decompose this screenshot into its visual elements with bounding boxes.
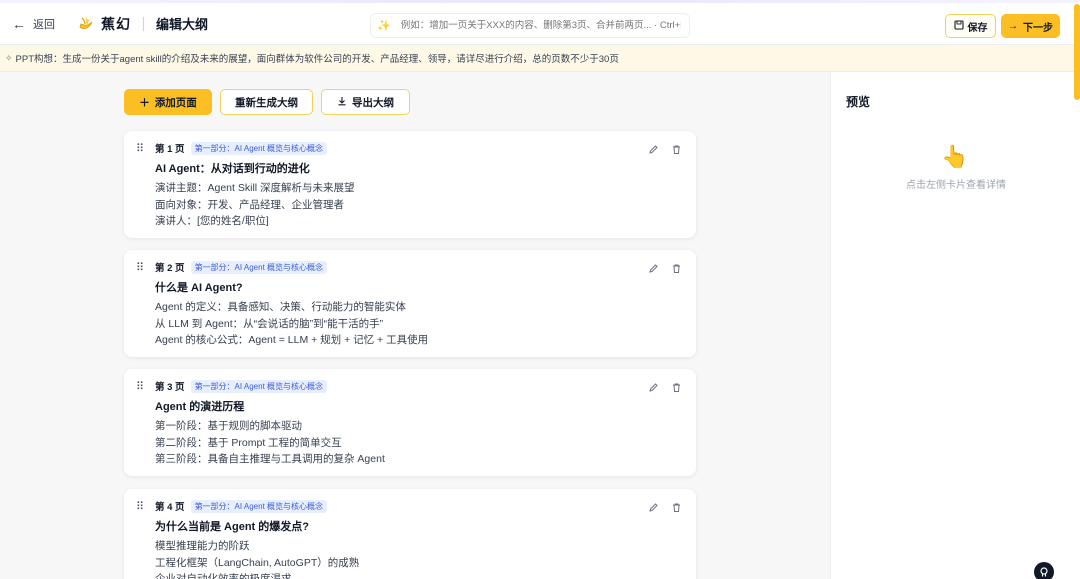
- ai-edit-input[interactable]: [400, 20, 681, 31]
- card-bullets: Agent 的定义：具备感知、决策、行动能力的智能实体 从 LLM 到 Agen…: [155, 299, 428, 349]
- card-bullets: 模型推理能力的阶跃 工程化框架（LangChain, AutoGPT）的成熟 企…: [155, 538, 359, 579]
- logo: 蕉幻: [77, 14, 131, 34]
- bullet-item: 从 LLM 到 Agent：从“会说话的脑”到“能干活的手”: [155, 317, 384, 330]
- drag-handle-icon[interactable]: ⠿: [136, 144, 144, 155]
- card-bullets: 第一阶段：基于规则的脚本驱动 第二阶段：基于 Prompt 工程的简单交互 第三…: [155, 418, 385, 468]
- page-number: 第 1 页: [155, 144, 185, 155]
- outline-editor: ＋ 添加页面 重新生成大纲 导出大纲 ⠿ 第 1 页 第一部分：AI Agent…: [0, 72, 830, 579]
- edit-icon[interactable]: [648, 500, 659, 512]
- page-title: 编辑大纲: [156, 17, 209, 32]
- edit-icon[interactable]: [648, 142, 659, 154]
- add-page-label: 添加页面: [154, 96, 197, 109]
- card-title: 什么是 AI Agent?: [155, 282, 243, 294]
- bullet-item: 模型推理能力的阶跃: [155, 540, 250, 552]
- bullet-item: 企业对自动化效率的极度渴求: [155, 573, 292, 579]
- plus-icon: ＋: [139, 96, 150, 109]
- lightbulb-icon: ✧: [5, 52, 13, 63]
- section-tag: 第一部分：AI Agent 概览与核心概念: [190, 260, 328, 274]
- bullet-item: 第二阶段：基于 Prompt 工程的简单交互: [155, 436, 342, 449]
- bullet-item: 面向对象：开发、产品经理、企业管理者: [155, 198, 344, 211]
- bullet-item: Agent 的核心公式：Agent = LLM + 规划 + 记忆 + 工具使用: [155, 334, 429, 346]
- arrow-left-icon: ←: [12, 15, 26, 32]
- next-step-button[interactable]: → 下一步: [1001, 14, 1060, 38]
- brand-name: 蕉幻: [101, 15, 131, 32]
- card-title: 为什么当前是 Agent 的爆发点?: [155, 521, 309, 533]
- regenerate-label: 重新生成大纲: [235, 96, 298, 109]
- card-title: AI Agent：从对话到行动的进化: [155, 163, 310, 175]
- bullet-item: 工程化框架（LangChain, AutoGPT）的成熟: [155, 556, 360, 569]
- drag-handle-icon[interactable]: ⠿: [136, 502, 144, 513]
- outline-card[interactable]: ⠿ 第 4 页 第一部分：AI Agent 概览与核心概念 为什么当前是 Age…: [124, 489, 696, 579]
- regenerate-outline-button[interactable]: 重新生成大纲: [220, 89, 313, 115]
- save-button[interactable]: 保存: [945, 14, 996, 38]
- save-label: 保存: [967, 22, 988, 34]
- pointing-hand-icon: 👆: [941, 144, 969, 169]
- github-icon[interactable]: [1034, 562, 1054, 579]
- next-label: 下一步: [1023, 22, 1053, 34]
- bullet-item: 演讲人：[您的姓名/职位]: [155, 215, 269, 227]
- arrow-right-icon: →: [1008, 20, 1018, 32]
- section-tag: 第一部分：AI Agent 概览与核心概念: [190, 499, 328, 513]
- drag-handle-icon[interactable]: ⠿: [136, 263, 144, 274]
- outline-toolbar: ＋ 添加页面 重新生成大纲 导出大纲: [124, 89, 410, 115]
- edit-icon[interactable]: [648, 380, 659, 392]
- sparkle-icon: ✨: [377, 20, 391, 32]
- card-bullets: 演讲主题：Agent Skill 深度解析与未来展望 面向对象：开发、产品经理、…: [155, 180, 355, 230]
- bullet-item: Agent 的定义：具备感知、决策、行动能力的智能实体: [155, 301, 406, 313]
- banana-logo-icon: [77, 15, 94, 32]
- section-tag: 第一部分：AI Agent 概览与核心概念: [190, 141, 328, 155]
- outline-card[interactable]: ⠿ 第 2 页 第一部分：AI Agent 概览与核心概念 什么是 AI Age…: [124, 250, 696, 357]
- trash-icon[interactable]: [671, 500, 682, 512]
- page-number: 第 3 页: [155, 382, 185, 393]
- trash-icon[interactable]: [671, 380, 682, 392]
- export-outline-button[interactable]: 导出大纲: [321, 89, 410, 115]
- back-button[interactable]: ← 返回: [12, 16, 55, 32]
- preview-title: 预览: [846, 95, 871, 109]
- outline-card[interactable]: ⠿ 第 3 页 第一部分：AI Agent 概览与核心概念 Agent 的演进历…: [124, 369, 696, 476]
- add-page-button[interactable]: ＋ 添加页面: [124, 89, 212, 115]
- idea-text: PPT构想：生成一份关于agent skill的介绍及未来的展望，面向群体为软件…: [15, 54, 619, 65]
- download-icon: [337, 96, 347, 109]
- bullet-item: 演讲主题：Agent Skill 深度解析与未来展望: [155, 182, 355, 194]
- trash-icon[interactable]: [671, 261, 682, 273]
- edit-icon[interactable]: [648, 261, 659, 273]
- export-label: 导出大纲: [352, 96, 394, 109]
- page-number: 第 2 页: [155, 263, 185, 274]
- app-header: ← 返回 蕉幻 编辑大纲 ✨ 保存 → 下一步: [0, 3, 1080, 45]
- page-number: 第 4 页: [155, 502, 185, 513]
- back-label: 返回: [33, 18, 55, 31]
- save-icon: [953, 19, 964, 33]
- page-scrollbar[interactable]: [1074, 4, 1080, 100]
- preview-hint: 点击左侧卡片查看详情: [906, 180, 1006, 191]
- card-title: Agent 的演进历程: [155, 401, 245, 413]
- trash-icon[interactable]: [671, 142, 682, 154]
- outline-card[interactable]: ⠿ 第 1 页 第一部分：AI Agent 概览与核心概念 AI Agent：从…: [124, 131, 696, 238]
- idea-banner: ✧ PPT构想：生成一份关于agent skill的介绍及未来的展望，面向群体为…: [0, 45, 1080, 72]
- header-separator: [143, 16, 144, 31]
- ai-edit-bar: ✨: [370, 13, 690, 38]
- section-tag: 第一部分：AI Agent 概览与核心概念: [190, 379, 328, 393]
- drag-handle-icon[interactable]: ⠿: [136, 382, 144, 393]
- bullet-item: 第一阶段：基于规则的脚本驱动: [155, 420, 302, 432]
- preview-panel: 预览 👆 点击左侧卡片查看详情: [830, 72, 1080, 579]
- bullet-item: 第三阶段：具备自主推理与工具调用的复杂 Agent: [155, 453, 385, 465]
